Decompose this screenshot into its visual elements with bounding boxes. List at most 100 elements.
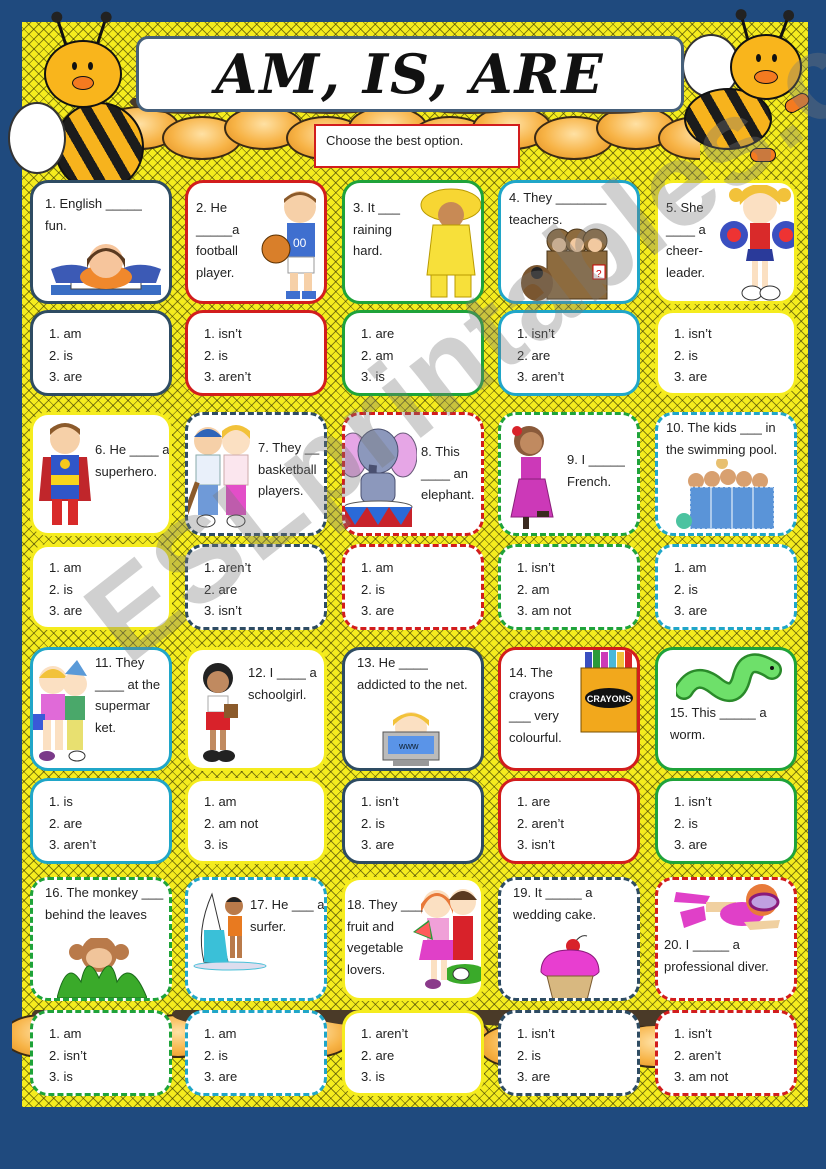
answer-option[interactable]: 3. aren’t [49, 834, 96, 856]
answer-option[interactable]: 1. aren’t [361, 1023, 408, 1045]
answer-option[interactable]: 3. is [204, 834, 258, 856]
bee-head [730, 34, 802, 100]
answer-option[interactable]: 3. isn’t [204, 600, 251, 622]
answer-option[interactable]: 2. is [49, 345, 82, 367]
answer-option[interactable]: 2. is [204, 1045, 237, 1067]
answer-option[interactable]: 1. am [204, 791, 258, 813]
answer-options: 1. am 2. is 3. are [49, 557, 82, 622]
answer-option[interactable]: 2. am [361, 345, 394, 367]
options-card-9: 1. isn’t 2. am 3. am not [498, 544, 640, 630]
answer-option[interactable]: 1. isn’t [204, 323, 251, 345]
answer-option[interactable]: 3. are [674, 834, 712, 856]
answer-option[interactable]: 3. are [517, 1066, 555, 1088]
shopping-kids-illustration [33, 660, 95, 768]
answer-option[interactable]: 1. is [49, 791, 96, 813]
answer-options: 1. isn’t 2. is 3. are [674, 791, 712, 856]
answer-option[interactable]: 1. am [674, 557, 707, 579]
answer-option[interactable]: 2. are [204, 579, 251, 601]
answer-option[interactable]: 1. aren’t [204, 557, 251, 579]
options-card-18: 1. aren’t 2. are 3. is [342, 1010, 484, 1096]
answer-option[interactable]: 2. are [517, 345, 564, 367]
answer-option[interactable]: 3. isn’t [517, 834, 564, 856]
question-prompt: 7. They __ basketball players. [258, 440, 320, 498]
answer-option[interactable]: 3. is [49, 1066, 87, 1088]
answer-option[interactable]: 3. aren’t [204, 366, 251, 388]
question-card-11: 11. They ____ at the supermar ket. [30, 647, 172, 771]
answer-option[interactable]: 1. isn’t [674, 1023, 728, 1045]
answer-option[interactable]: 2. am [517, 579, 571, 601]
answer-option[interactable]: 3. are [49, 366, 82, 388]
options-card-11: 1. is 2. are 3. aren’t [30, 778, 172, 864]
answer-option[interactable]: 1. am [49, 557, 82, 579]
answer-option[interactable]: 1. am [361, 557, 394, 579]
question-prompt: 8. This ____ an elephant. [421, 444, 475, 502]
answer-option[interactable]: 3. are [204, 1066, 237, 1088]
answer-option[interactable]: 1. isn’t [517, 1023, 555, 1045]
question-card-20: 20. I _____ a professional diver. [655, 877, 797, 1001]
page-title: AM, IS, ARE [215, 42, 605, 106]
answer-option[interactable]: 2. is [674, 579, 707, 601]
options-card-19: 1. isn’t 2. is 3. are [498, 1010, 640, 1096]
answer-option[interactable]: 1. are [361, 323, 394, 345]
answer-option[interactable]: 3. are [361, 600, 394, 622]
question-prompt: 12. I ____ a schoolgirl. [248, 665, 317, 702]
answer-option[interactable]: 3. is [361, 366, 394, 388]
bee-eye [88, 62, 93, 70]
answer-option[interactable]: 3. am not [674, 1066, 728, 1088]
answer-option[interactable]: 2. is [204, 345, 251, 367]
answer-option[interactable]: 1. am [49, 323, 82, 345]
question-prompt: 16. The monkey ___ behind the leaves [45, 885, 164, 922]
question-card-6: 6. He ____ a superhero. [30, 412, 172, 536]
question-card-16: 16. The monkey ___ behind the leaves [30, 877, 172, 1001]
child-in-raincoat-illustration [419, 185, 481, 301]
question-card-17: 17. He ___ a surfer. [185, 877, 327, 1001]
answer-option[interactable]: 2. is [361, 813, 399, 835]
answer-options: 1. isn’t 2. is 3. are [361, 791, 399, 856]
answer-option[interactable]: 2. aren’t [517, 813, 564, 835]
monkey-in-leaves-illustration [56, 936, 148, 998]
answer-option[interactable]: 1. isn’t [361, 791, 399, 813]
options-card-5: 1. isn’t 2. is 3. are [655, 310, 797, 396]
answer-option[interactable]: 2. are [49, 813, 96, 835]
answer-option[interactable]: 3. are [361, 834, 399, 856]
answer-option[interactable]: 1. am [204, 1023, 237, 1045]
options-card-10: 1. am 2. is 3. are [655, 544, 797, 630]
question-prompt: 17. He ___ a surfer. [250, 897, 325, 934]
answer-options: 1. am 2. is 3. are [674, 557, 707, 622]
answer-option[interactable]: 1. isn’t [517, 557, 571, 579]
answer-option[interactable]: 2. isn’t [49, 1045, 87, 1067]
answer-option[interactable]: 3. am not [517, 600, 571, 622]
circus-elephant-illustration [345, 419, 418, 533]
answer-option[interactable]: 2. is [361, 579, 394, 601]
svg-text:00: 00 [293, 236, 307, 250]
answer-option[interactable]: 1. am [49, 1023, 87, 1045]
answer-option[interactable]: 2. am not [204, 813, 258, 835]
question-prompt: 18. They ___ fruit and vegetable lovers. [347, 897, 423, 977]
answer-option[interactable]: 1. isn’t [674, 791, 712, 813]
answer-option[interactable]: 3. is [361, 1066, 408, 1088]
options-card-4: 1. isn’t 2. are 3. aren’t [498, 310, 640, 396]
question-card-2: 00 2. He _____a football player. [185, 180, 327, 304]
answer-option[interactable]: 2. is [49, 579, 82, 601]
answer-option[interactable]: 3. are [49, 600, 82, 622]
answer-option[interactable]: 3. are [674, 366, 712, 388]
boy-with-basketball-illustration: 00 [260, 187, 324, 301]
answer-option[interactable]: 2. is [517, 1045, 555, 1067]
bee-nose [754, 70, 778, 84]
question-prompt: 9. I _____ French. [567, 452, 625, 489]
bee-nose [72, 76, 94, 90]
answer-option[interactable]: 1. isn’t [674, 323, 712, 345]
schoolgirl-illustration [192, 660, 242, 768]
answer-option[interactable]: 2. is [674, 345, 712, 367]
answer-option[interactable]: 1. are [517, 791, 564, 813]
answer-options: 1. aren’t 2. are 3. is [361, 1023, 408, 1088]
answer-option[interactable]: 3. aren’t [517, 366, 564, 388]
question-card-9: 9. I _____ French. [498, 412, 640, 536]
question-card-19: 19. It _____ a wedding cake. [498, 877, 640, 1001]
answer-option[interactable]: 1. isn’t [517, 323, 564, 345]
question-card-18: 18. They ___ fruit and vegetable lovers. [342, 877, 484, 1001]
answer-option[interactable]: 2. are [361, 1045, 408, 1067]
answer-option[interactable]: 2. aren’t [674, 1045, 728, 1067]
answer-option[interactable]: 2. is [674, 813, 712, 835]
answer-option[interactable]: 3. are [674, 600, 707, 622]
